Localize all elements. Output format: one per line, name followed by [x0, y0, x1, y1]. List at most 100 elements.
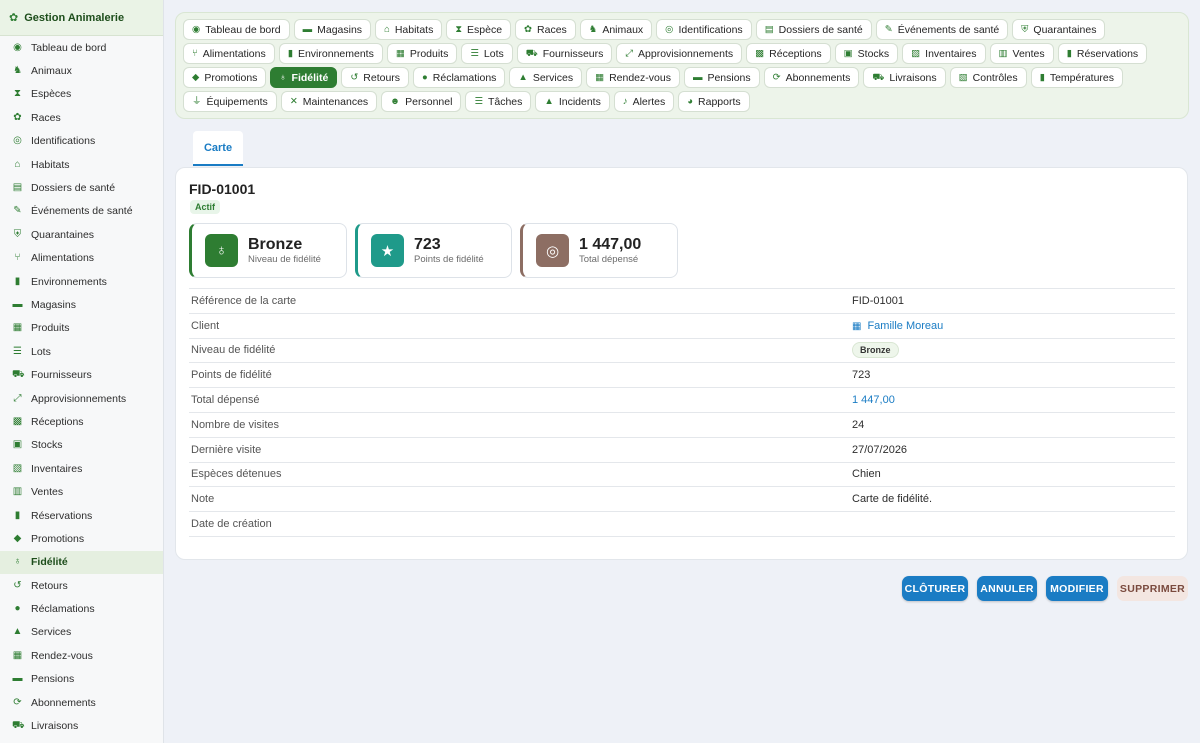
tab-label: Pensions: [707, 71, 751, 84]
sidebar-item-inventaires[interactable]: ▧ Inventaires: [0, 457, 163, 480]
tab-label: Produits: [409, 47, 449, 60]
tab-animaux[interactable]: ♞ Animaux: [579, 19, 653, 40]
tab-stocks[interactable]: ▣ Stocks: [834, 43, 899, 64]
fingerprint-icon: ◎: [13, 135, 22, 147]
tab-label: Animaux: [602, 23, 644, 36]
stat-card-points: ★ 723 Points de fidélité: [355, 223, 512, 278]
app-brand[interactable]: ✿ Gestion Animalerie: [0, 0, 163, 36]
tab-promotions[interactable]: ◆ Promotions: [183, 67, 267, 88]
sidebar-item-fidelite[interactable]: ♁ Fidélité: [0, 550, 163, 574]
sidebar-item-lots[interactable]: ☰ Lots: [0, 340, 163, 363]
sidebar-item-tableau-de-bord[interactable]: ◉ Tableau de bord: [0, 36, 163, 59]
tab-alertes[interactable]: ♪ Alertes: [613, 91, 675, 112]
sidebar-item-receptions[interactable]: ▩ Réceptions: [0, 410, 163, 433]
tab-produits[interactable]: ▦ Produits: [386, 43, 458, 64]
sidebar-item-especes[interactable]: ⧗ Espèces: [0, 83, 163, 106]
tab-personnel[interactable]: ☻ Personnel: [381, 91, 462, 112]
tab-quarantaines[interactable]: ⛨ Quarantaines: [1012, 19, 1106, 40]
tab-dossiers-de-sante[interactable]: ▤ Dossiers de santé: [755, 19, 872, 40]
tab-evenements-de-sante[interactable]: ✎ Événements de santé: [875, 19, 1009, 40]
tab-pensions[interactable]: ▬ Pensions: [683, 67, 760, 88]
sidebar-item-pensions[interactable]: ▬ Pensions: [0, 668, 163, 691]
sidebar-item-label: Quarantaines: [31, 228, 95, 241]
tab-approvisionnements[interactable]: ⤢ Approvisionnements: [616, 43, 743, 64]
sidebar-item-evenements-de-sante[interactable]: ✎ Événements de santé: [0, 200, 163, 223]
sidebar-item-reservations[interactable]: ▮ Réservations: [0, 504, 163, 527]
detail-row: Client ▦ Famille Moreau: [189, 313, 1175, 338]
tab-habitats[interactable]: ⌂ Habitats: [375, 19, 443, 40]
sidebar-item-abonnements[interactable]: ⟳ Abonnements: [0, 691, 163, 714]
tab-fournisseurs[interactable]: ⛟ Fournisseurs: [516, 43, 613, 64]
tab-label: Fidélité: [291, 71, 329, 84]
tab-label: Contrôles: [972, 71, 1018, 84]
sidebar-item-rendez-vous[interactable]: ▦ Rendez-vous: [0, 644, 163, 667]
bed-icon: ▬: [692, 71, 703, 83]
sidebar-item-magasins[interactable]: ▬ Magasins: [0, 293, 163, 316]
tab-livraisons[interactable]: ⛟ Livraisons: [863, 67, 946, 88]
stat-value: 1 447,00: [579, 236, 642, 254]
tab-retours[interactable]: ↺ Retours: [341, 67, 410, 88]
tab-magasins[interactable]: ▬ Magasins: [293, 19, 372, 40]
sidebar-item-promotions[interactable]: ◆ Promotions: [0, 527, 163, 550]
sidebar-item-ventes[interactable]: ▥ Ventes: [0, 480, 163, 503]
tab-taches[interactable]: ☰ Tâches: [465, 91, 532, 112]
tab-lots[interactable]: ☰ Lots: [461, 43, 513, 64]
sidebar-item-identifications[interactable]: ◎ Identifications: [0, 130, 163, 153]
plug-icon: ⏚: [192, 95, 202, 107]
sidebar-item-habitats[interactable]: ⌂ Habitats: [0, 153, 163, 176]
delete-button[interactable]: SUPPRIMER: [1117, 576, 1188, 601]
sidebar-item-label: Promotions: [31, 532, 85, 545]
tab-services[interactable]: ▲ Services: [509, 67, 583, 88]
tab-receptions[interactable]: ▩ Réceptions: [746, 43, 831, 64]
sidebar-item-approvisionnements[interactable]: ⤢ Approvisionnements: [0, 387, 163, 410]
tab-maintenances[interactable]: ✕ Maintenances: [280, 91, 378, 112]
box-icon: ▦: [12, 322, 23, 334]
tab-tableau-de-bord[interactable]: ◉ Tableau de bord: [183, 19, 290, 40]
sidebar-item-alimentations[interactable]: ⑂ Alimentations: [0, 247, 163, 270]
truck-fast-icon: ⛟: [872, 71, 885, 83]
sidebar-item-animaux[interactable]: ♞ Animaux: [0, 59, 163, 82]
sidebar-item-retours[interactable]: ↺ Retours: [0, 574, 163, 597]
client-link[interactable]: ▦ Famille Moreau: [852, 313, 1175, 338]
tab-rapports[interactable]: ◕ Rapports: [678, 91, 750, 112]
tab-abonnements[interactable]: ⟳ Abonnements: [763, 67, 860, 88]
tab-reservations[interactable]: ▮ Réservations: [1057, 43, 1148, 64]
tab-fidelite[interactable]: ♁ Fidélité: [270, 67, 338, 88]
tab-alimentations[interactable]: ⑂ Alimentations: [183, 43, 275, 64]
tab-races[interactable]: ✿ Races: [515, 19, 576, 40]
tab-rendez-vous[interactable]: ▦ Rendez-vous: [586, 67, 680, 88]
total-spent-link[interactable]: 1 447,00: [852, 388, 1175, 413]
detail-label: Espèces détenues: [191, 468, 282, 481]
sidebar-item-livraisons[interactable]: ⛟ Livraisons: [0, 714, 163, 737]
award-icon: ♁: [205, 234, 238, 267]
sidebar-item-label: Réceptions: [31, 415, 84, 428]
tab-incidents[interactable]: ▲ Incidents: [535, 91, 610, 112]
boxes-icon: ▩: [755, 47, 765, 59]
sidebar-item-quarantaines[interactable]: ⛨ Quarantaines: [0, 223, 163, 246]
sidebar-item-environnements[interactable]: ▮ Environnements: [0, 270, 163, 293]
tab-temperatures[interactable]: ▮ Températures: [1030, 67, 1124, 88]
tab-inventaires[interactable]: ▧ Inventaires: [902, 43, 986, 64]
tab-reclamations[interactable]: ● Réclamations: [413, 67, 506, 88]
truck-icon: ⛟: [525, 47, 538, 59]
cancel-button[interactable]: ANNULER: [977, 576, 1037, 601]
tab-ventes[interactable]: ▥ Ventes: [989, 43, 1054, 64]
tab-identifications[interactable]: ◎ Identifications: [656, 19, 752, 40]
detail-label: Date de création: [191, 518, 272, 531]
sidebar-item-produits[interactable]: ▦ Produits: [0, 317, 163, 340]
sidebar-item-stocks[interactable]: ▣ Stocks: [0, 434, 163, 457]
sidebar-item-reclamations[interactable]: ● Réclamations: [0, 597, 163, 620]
tab-controles[interactable]: ▧ Contrôles: [949, 67, 1027, 88]
tab-environnements[interactable]: ▮ Environnements: [278, 43, 383, 64]
sidebar-item-label: Stocks: [31, 439, 63, 452]
close-button[interactable]: CLÔTURER: [902, 576, 968, 601]
sidebar-item-services[interactable]: ▲ Services: [0, 621, 163, 644]
tab-equipements[interactable]: ⏚ Équipements: [183, 91, 277, 112]
tab-carte[interactable]: Carte: [193, 131, 243, 166]
edit-button[interactable]: MODIFIER: [1046, 576, 1108, 601]
tab-espece[interactable]: ⧗ Espèce: [446, 19, 512, 40]
sidebar-item-fournisseurs[interactable]: ⛟ Fournisseurs: [0, 363, 163, 386]
sidebar-item-races[interactable]: ✿ Races: [0, 106, 163, 129]
client-name: Famille Moreau: [867, 319, 944, 332]
sidebar-item-dossiers-de-sante[interactable]: ▤ Dossiers de santé: [0, 176, 163, 199]
